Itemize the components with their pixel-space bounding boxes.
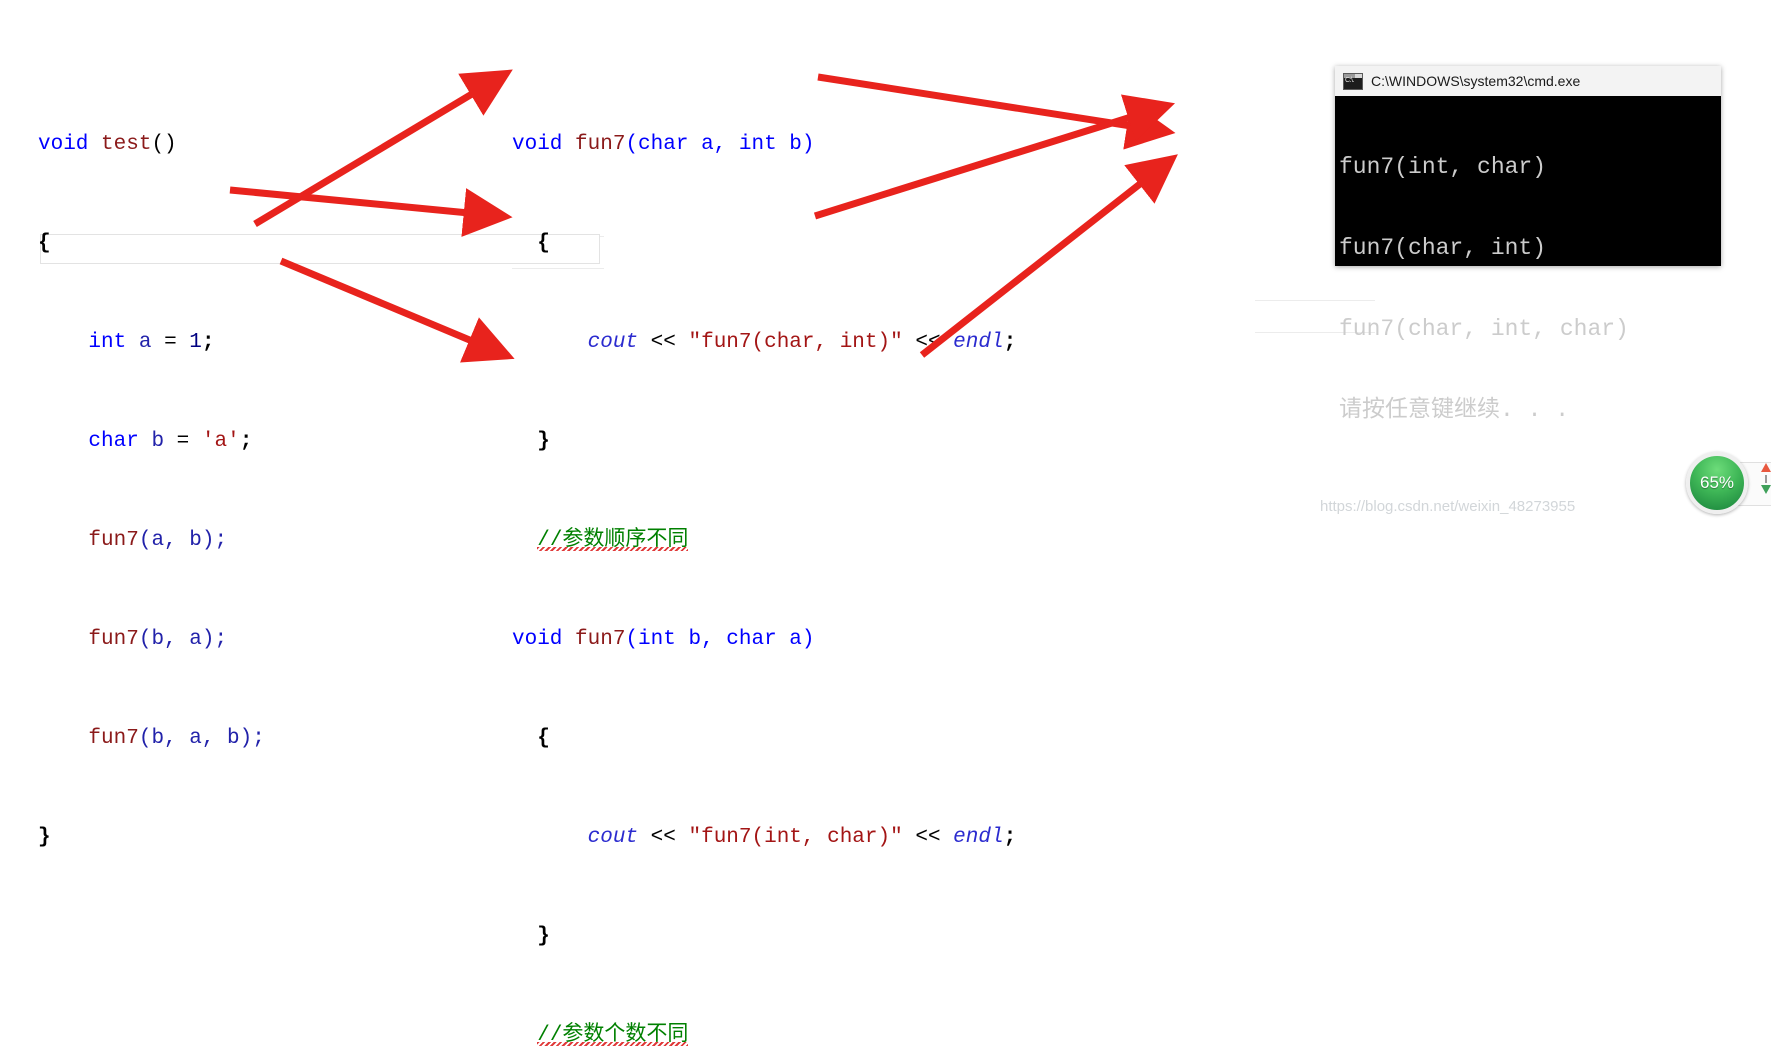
token-sig-char-int: (char a, int b): [625, 133, 815, 156]
arrow-down-icon[interactable]: [1761, 485, 1771, 494]
token-fun7: fun7: [88, 628, 139, 651]
cmd-icon: [1343, 72, 1363, 90]
token-cout: cout: [587, 826, 639, 849]
token-int: int: [88, 331, 127, 354]
code-line-call-ab: fun7(a, b);: [38, 524, 265, 557]
token-args-bab: (b, a, b);: [138, 727, 265, 750]
token-semi: ;: [1003, 331, 1017, 354]
token-open-brace: {: [537, 232, 550, 255]
token-close-brace: }: [537, 925, 550, 948]
code-line: cout << "fun7(char, int)" << endl;: [512, 326, 1092, 359]
console-title: C:\WINDOWS\system32\cmd.exe: [1371, 73, 1581, 89]
console-line: fun7(int, char): [1339, 154, 1547, 180]
console-titlebar[interactable]: C:\WINDOWS\system32\cmd.exe: [1335, 66, 1721, 96]
token-string-char-int: "fun7(char, int)": [688, 331, 903, 354]
spell-squiggle: [537, 1042, 689, 1046]
zoom-stepper[interactable]: [1758, 463, 1771, 503]
console-line: 请按任意键继续. . .: [1339, 397, 1570, 423]
console-line: fun7(char, int): [1339, 235, 1547, 261]
code-line: cout << "fun7(int, char)" << endl;: [512, 821, 1092, 854]
token-close-brace: }: [38, 826, 51, 849]
token-shift: <<: [650, 331, 676, 354]
cmd-console-window[interactable]: C:\WINDOWS\system32\cmd.exe fun7(int, ch…: [1335, 66, 1721, 423]
comment-order-differs: //参数顺序不同: [537, 529, 689, 552]
token-endl: endl: [953, 331, 1004, 354]
token-fun7: fun7: [575, 628, 626, 651]
token-void: void: [38, 133, 89, 156]
console-output: fun7(int, char) fun7(char, int) fun7(cha…: [1335, 96, 1721, 478]
token-open-brace: {: [537, 727, 550, 750]
code-line-def-int-char: void fun7(int b, char a): [512, 623, 1092, 656]
code-line: }: [512, 920, 1092, 953]
code-line-comment-count: //参数个数不同: [512, 1019, 1092, 1046]
token-char: char: [88, 430, 139, 453]
token-open-brace: {: [38, 232, 51, 255]
token-void: void: [512, 133, 563, 156]
token-one: 1: [189, 331, 202, 354]
token-assign: =: [176, 430, 190, 453]
middle-code-block[interactable]: void fun7(char a, int b) { cout << "fun7…: [512, 62, 1092, 1046]
token-shift: <<: [650, 826, 676, 849]
token-semi: ;: [201, 331, 215, 354]
code-line-comment-order: //参数顺序不同: [512, 524, 1092, 557]
token-semi: ;: [239, 430, 253, 453]
code-line: {: [512, 227, 1092, 260]
zoom-level-label: 65%: [1699, 473, 1735, 492]
stepper-divider: [1765, 475, 1767, 483]
console-line: fun7(char, int, char): [1339, 316, 1629, 342]
token-endl: endl: [953, 826, 1004, 849]
arrow-call-bab-to-def-char-int-char: [279, 257, 515, 363]
arrow-call-ab-to-def-int-char: [229, 186, 513, 237]
arrow-up-icon[interactable]: [1761, 463, 1771, 472]
token-parens: (): [151, 133, 177, 156]
token-test: test: [101, 133, 152, 156]
code-line: void test(): [38, 128, 265, 161]
token-shift: <<: [915, 826, 941, 849]
code-line: }: [38, 821, 265, 854]
watermark: https://blog.csdn.net/weixin_48273955: [1320, 498, 1576, 515]
token-void: void: [512, 628, 563, 651]
token-fun7: fun7: [88, 727, 139, 750]
token-fun7: fun7: [575, 133, 626, 156]
comment-count-differs: //参数个数不同: [537, 1024, 689, 1046]
token-args-ab: (a, b);: [138, 529, 228, 552]
code-line: {: [512, 722, 1092, 755]
code-line-def-char-int: void fun7(char a, int b): [512, 128, 1092, 161]
token-string-int-char: "fun7(int, char)": [688, 826, 903, 849]
token-close-brace: }: [537, 430, 550, 453]
token-assign: =: [164, 331, 177, 354]
token-semi: ;: [1003, 826, 1017, 849]
token-fun7: fun7: [88, 529, 139, 552]
arrow-call-ba-to-def-char-int: [253, 69, 513, 228]
token-cout: cout: [587, 331, 639, 354]
spell-squiggle: [537, 547, 689, 551]
code-line-call-ba: fun7(b, a);: [38, 623, 265, 656]
token-shift: <<: [915, 331, 941, 354]
token-sig-int-char: (int b, char a): [625, 628, 815, 651]
code-line: char b = 'a';: [38, 425, 265, 458]
zoom-level-badge[interactable]: 65%: [1686, 452, 1748, 514]
token-args-ba: (b, a);: [138, 628, 228, 651]
code-line: }: [512, 425, 1092, 458]
code-line: {: [38, 227, 265, 260]
code-line-call-bab: fun7(b, a, b);: [38, 722, 265, 755]
code-line: int a = 1;: [38, 326, 265, 359]
token-a: a: [138, 331, 152, 354]
token-b: b: [151, 430, 165, 453]
left-code-block[interactable]: void test() { int a = 1; char b = 'a'; f…: [38, 62, 265, 887]
token-char-literal: 'a': [201, 430, 240, 453]
